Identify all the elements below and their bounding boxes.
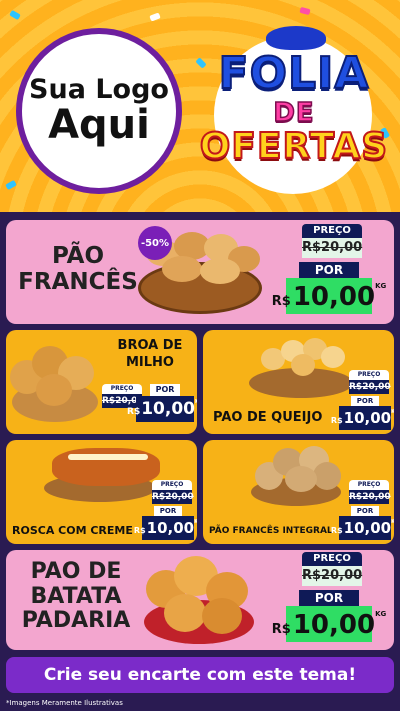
corn-bread: [36, 374, 72, 406]
price-value: 10,00: [292, 282, 376, 312]
old-price: R$20,00: [302, 238, 362, 258]
por-label: POR: [150, 384, 180, 396]
product-name-line: MILHO: [126, 354, 174, 370]
logo-line1: Sua Logo: [29, 73, 169, 105]
product-name-line: FRANCÊS: [18, 268, 138, 295]
preco-label: PREÇO: [302, 224, 362, 238]
create-flyer-button[interactable]: Crie seu encarte com este tema!: [6, 657, 394, 693]
product-card-broa-de-milho[interactable]: BROA DE MILHO PREÇO R$20,00 POR R$ 10,00…: [6, 330, 197, 434]
price-value: 10,00: [292, 610, 376, 640]
product-name-line: PÃO: [51, 243, 105, 269]
confetti: [5, 179, 17, 191]
logo-placeholder[interactable]: Sua Logo Aqui: [16, 28, 182, 194]
unit: KG: [375, 610, 387, 618]
currency: R$: [133, 526, 146, 535]
product-name: PAO DE QUEIJO: [213, 410, 323, 425]
old-price-box: R$20,00: [152, 490, 194, 504]
footnote: *Imagens Meramente Ilustrativas: [6, 699, 123, 707]
product-name-line: BROA DE: [117, 338, 183, 353]
por-label: POR: [351, 396, 379, 406]
bread-roll: [313, 462, 341, 490]
old-price: R$20,00: [349, 382, 391, 392]
bread-roll: [200, 258, 240, 284]
old-price-box: R$20,00: [349, 380, 391, 394]
new-price-box: POR R$ 10,00 KG: [272, 262, 386, 314]
bread-roll: [162, 256, 202, 282]
product-name: BROA DE MILHO: [110, 338, 190, 372]
new-price-box: POR R$ 10,00 KG: [127, 384, 197, 422]
currency: R$: [330, 416, 343, 425]
confetti: [299, 6, 311, 16]
cheese-bread: [321, 346, 345, 368]
price-value: 10,00: [343, 519, 392, 537]
unit: KG: [194, 519, 197, 525]
product-name: PÃO FRANCÊS: [12, 243, 144, 296]
por-label: POR: [154, 506, 182, 516]
price-box: PREÇO R$20,00: [302, 224, 362, 258]
logo-line2: Aqui: [48, 102, 150, 149]
currency: R$: [271, 294, 291, 309]
currency: R$: [127, 407, 141, 417]
new-price: R$ 10,00 KG: [134, 516, 197, 540]
confetti: [149, 12, 161, 22]
preco-label: PREÇO: [349, 480, 389, 490]
product-name-line: PADARIA: [21, 608, 131, 634]
theme-logo: FOLIA DE OFERTAS: [196, 26, 392, 202]
potato-bread: [202, 598, 242, 634]
price-value: 10,00: [343, 409, 392, 427]
price-value: 10,00: [146, 519, 195, 537]
new-price-box: POR R$ 10,00 KG: [331, 396, 394, 430]
new-price: R$ 10,00 KG: [331, 516, 394, 540]
preco-label: PREÇO: [349, 370, 389, 380]
preco-label: PREÇO: [302, 552, 362, 566]
old-price-box: R$20,00: [349, 490, 391, 504]
product-name: PAO DE BATATA PADARIA: [10, 559, 142, 634]
unit: KG: [195, 399, 197, 405]
por-label: POR: [299, 262, 359, 278]
old-price: R$20,00: [302, 566, 362, 586]
old-price: R$20,00: [349, 492, 391, 502]
unit: KG: [375, 282, 387, 290]
carnival-mask-icon: [266, 26, 326, 50]
product-name-line: PAO DE: [30, 559, 122, 584]
header-banner: Sua Logo Aqui FOLIA DE OFERTAS: [0, 0, 400, 212]
product-card-pao-de-queijo[interactable]: PAO DE QUEIJO PREÇO R$20,00 POR R$ 10,00…: [203, 330, 394, 434]
product-card-pao-frances-integral[interactable]: PÃO FRANCÊS INTEGRAL PREÇO R$20,00 POR R…: [203, 440, 394, 544]
product-card-rosca-com-creme[interactable]: ROSCA COM CREME PREÇO R$20,00 POR R$ 10,…: [6, 440, 197, 544]
product-card-pao-de-batata[interactable]: PAO DE BATATA PADARIA PREÇO R$20,00 POR …: [6, 550, 394, 650]
potato-bread: [164, 594, 206, 632]
cream-topping: [68, 454, 148, 460]
por-label: POR: [351, 506, 379, 516]
product-card-pao-frances[interactable]: PÃO FRANCÊS PREÇO R$20,00 POR R$ 10,00 K…: [6, 220, 394, 324]
unit: KG: [391, 409, 394, 415]
new-price-box: POR R$ 10,00 KG: [272, 590, 386, 642]
old-price: R$20,00: [152, 492, 194, 502]
new-price: R$ 10,00 KG: [272, 278, 386, 314]
new-price-box: POR R$ 10,00 KG: [134, 506, 197, 540]
price-box: PREÇO R$20,00: [302, 552, 362, 586]
por-label: POR: [299, 590, 359, 606]
price-box: PREÇO R$20,00: [152, 480, 194, 504]
theme-title-line3: OFERTAS: [199, 125, 389, 168]
price-box: PREÇO R$20,00: [349, 370, 391, 394]
theme-title-line2: DE: [273, 97, 315, 129]
currency: R$: [330, 526, 343, 535]
preco-label: PREÇO: [152, 480, 192, 490]
product-name: PÃO FRANCÊS INTEGRAL: [209, 526, 333, 536]
theme-title-line1: FOLIA: [218, 47, 370, 100]
product-name: ROSCA COM CREME: [12, 524, 133, 537]
price-box: PREÇO R$20,00: [349, 480, 391, 504]
new-price: R$ 10,00 KG: [127, 396, 197, 422]
unit: KG: [391, 519, 394, 525]
discount-badge: -50%: [138, 226, 172, 260]
product-name-line: BATATA: [30, 583, 122, 609]
price-value: 10,00: [141, 399, 195, 419]
bread-roll: [285, 466, 317, 492]
currency: R$: [271, 622, 291, 637]
confetti: [9, 9, 21, 21]
new-price: R$ 10,00 KG: [272, 606, 386, 642]
cheese-bread: [291, 354, 315, 376]
new-price-box: POR R$ 10,00 KG: [331, 506, 394, 540]
new-price: R$ 10,00 KG: [331, 406, 394, 430]
